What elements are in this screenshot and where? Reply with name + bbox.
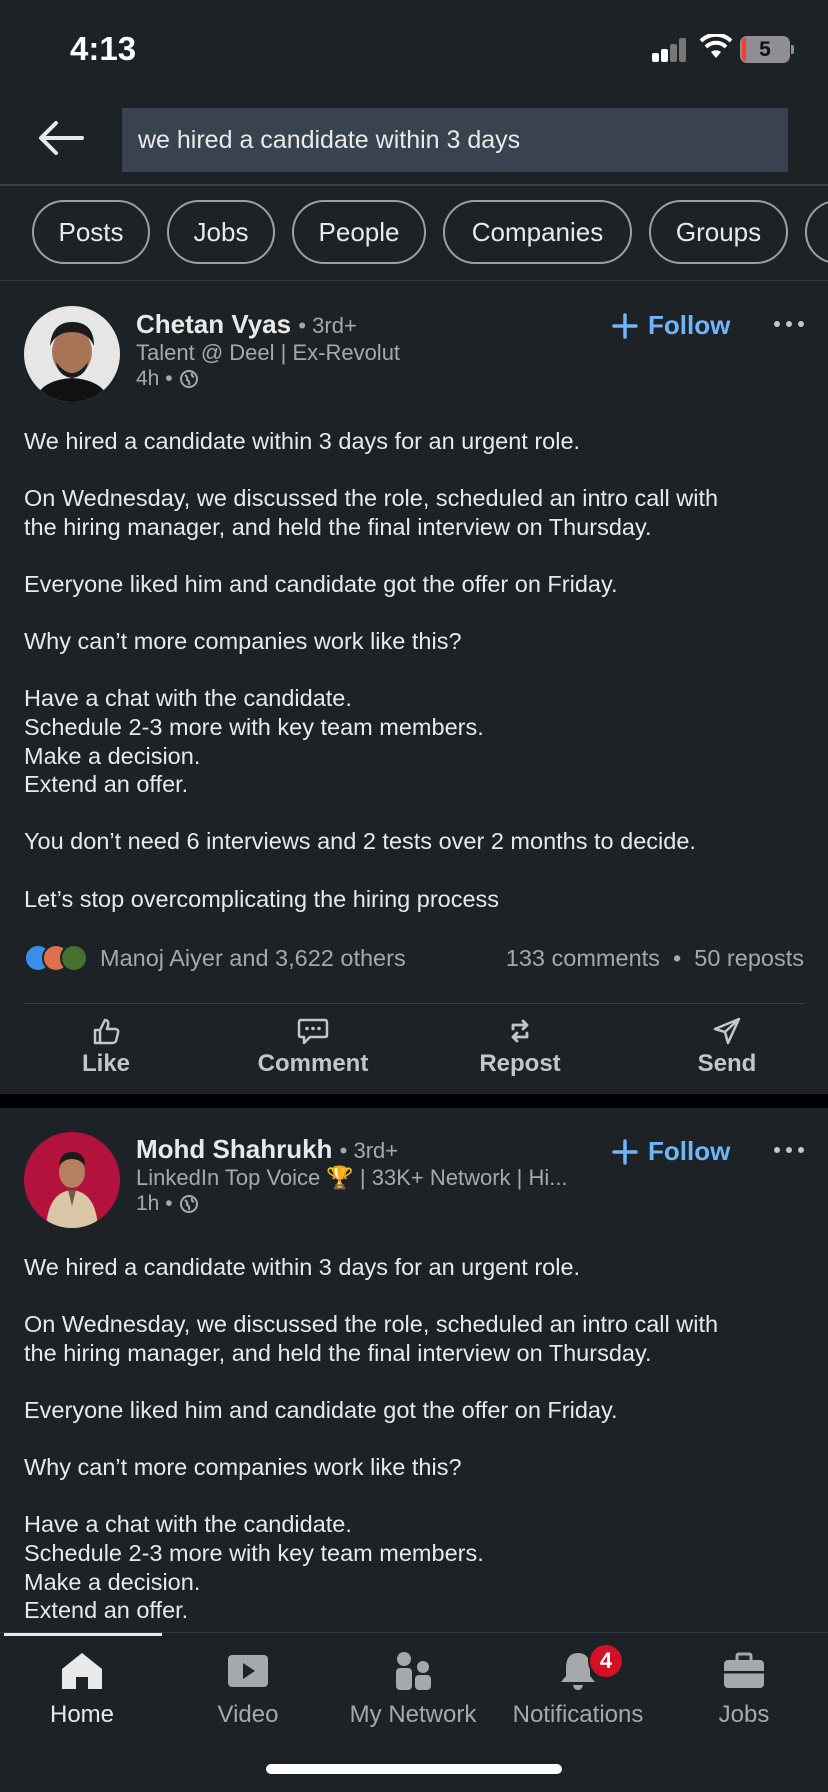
status-bar: 4:13 5 xyxy=(0,0,828,96)
author-name[interactable]: Mohd Shahrukh • 3rd+ xyxy=(136,1134,398,1165)
my-network-icon xyxy=(396,1652,431,1690)
search-input[interactable]: we hired a candidate within 3 days xyxy=(122,108,788,172)
battery-icon: 5 xyxy=(740,36,790,63)
post-meta: 1h • xyxy=(136,1192,199,1216)
follow-label: Follow xyxy=(648,310,731,340)
nav-notifications[interactable]: 4 Notifications xyxy=(498,1643,658,1729)
more-options-icon[interactable] xyxy=(772,1140,806,1160)
post-paragraph: We hired a candidate within 3 days for a… xyxy=(24,428,581,454)
filter-chip-more[interactable] xyxy=(805,200,828,264)
filter-chip-groups[interactable]: Groups xyxy=(649,200,788,264)
post-body: We hired a candidate within 3 days for a… xyxy=(24,1253,814,1653)
cellular-signal-icon xyxy=(652,38,688,62)
post-paragraph: Have a chat with the candidate. Schedule… xyxy=(24,685,484,798)
comment-label: Comment xyxy=(257,1050,369,1077)
social-counts: Manoj Aiyer and 3,622 others 133 comment… xyxy=(24,941,804,977)
globe-icon xyxy=(179,1195,198,1213)
video-icon xyxy=(228,1655,268,1687)
connection-degree: • 3rd+ xyxy=(339,1138,399,1163)
post-body: We hired a candidate within 3 days for a… xyxy=(24,427,814,942)
comment-icon xyxy=(297,1018,329,1045)
avatar-photo xyxy=(24,1132,120,1228)
status-time: 4:13 xyxy=(70,30,137,67)
nav-my-network[interactable]: My Network xyxy=(333,1643,493,1729)
follow-label: Follow xyxy=(648,1136,731,1166)
post-paragraph: Have a chat with the candidate. Schedule… xyxy=(24,1511,484,1624)
post-paragraph: You don’t need 6 interviews and 2 tests … xyxy=(24,828,696,855)
author-headline: LinkedIn Top Voice 🏆 | 33K+ Network | Hi… xyxy=(136,1165,568,1190)
comment-button[interactable]: Comment xyxy=(238,1016,388,1078)
nav-video-label: Video xyxy=(217,1701,279,1728)
post-separator xyxy=(0,1094,828,1108)
briefcase-icon xyxy=(724,1652,764,1688)
post-paragraph: Everyone liked him and candidate got the… xyxy=(24,570,618,597)
nav-my-network-label: My Network xyxy=(349,1701,477,1728)
filter-chip-companies[interactable]: Companies xyxy=(443,200,632,264)
connection-degree: • 3rd+ xyxy=(298,313,357,338)
post-paragraph: Why can’t more companies work like this? xyxy=(24,1454,462,1481)
social-divider xyxy=(24,1003,804,1004)
filter-chip-posts[interactable]: Posts xyxy=(32,200,150,264)
wifi-icon xyxy=(699,34,733,58)
author-name[interactable]: Chetan Vyas • 3rd+ xyxy=(136,309,357,340)
notification-badge: 4 xyxy=(588,1643,624,1679)
nav-notifications-label: Notifications xyxy=(512,1701,644,1728)
nav-video[interactable]: Video xyxy=(168,1643,328,1729)
filter-chip-jobs[interactable]: Jobs xyxy=(167,200,275,264)
more-options-icon[interactable] xyxy=(772,314,806,334)
post-paragraph: We hired a candidate within 3 days for a… xyxy=(24,1254,581,1280)
globe-icon xyxy=(179,370,198,388)
comments-reposts-count[interactable]: 133 comments • 50 reposts xyxy=(506,945,804,972)
back-arrow-icon[interactable] xyxy=(36,118,88,158)
plus-icon xyxy=(612,312,638,339)
post-paragraph: Why can’t more companies work like this? xyxy=(24,628,462,655)
home-icon xyxy=(62,1653,102,1689)
author-name-text: Mohd Shahrukh xyxy=(136,1134,333,1164)
nav-home-label: Home xyxy=(49,1701,115,1728)
post-paragraph: Everyone liked him and candidate got the… xyxy=(24,1396,618,1423)
search-filter-bar: Posts Jobs People Companies Groups xyxy=(0,200,828,264)
battery-cap xyxy=(791,45,794,54)
repost-label: Repost xyxy=(479,1050,561,1077)
author-headline: Talent @ Deel | Ex-Revolut xyxy=(136,340,401,365)
author-avatar[interactable] xyxy=(24,306,120,402)
nav-jobs-label: Jobs xyxy=(718,1701,770,1728)
post-actions: Like Comment Repost Send xyxy=(0,1016,828,1106)
repost-icon xyxy=(511,1019,529,1043)
like-button[interactable]: Like xyxy=(31,1016,181,1078)
nav-jobs[interactable]: Jobs xyxy=(664,1643,824,1729)
post-paragraph: On Wednesday, we discussed the role, sch… xyxy=(24,485,719,540)
battery-level: 5 xyxy=(759,38,771,61)
home-indicator xyxy=(266,1764,562,1774)
plus-icon xyxy=(612,1138,638,1165)
header-divider xyxy=(0,184,828,186)
send-icon xyxy=(713,1017,741,1045)
chips-divider xyxy=(0,280,828,281)
author-avatar[interactable] xyxy=(24,1132,120,1228)
send-label: Send xyxy=(697,1050,757,1077)
reactions-text[interactable]: Manoj Aiyer and 3,622 others xyxy=(100,945,406,972)
post-paragraph: On Wednesday, we discussed the role, sch… xyxy=(24,1311,719,1366)
nav-home[interactable]: Home xyxy=(2,1643,162,1729)
send-button[interactable]: Send xyxy=(652,1016,802,1078)
support-reaction-icon xyxy=(60,944,88,972)
filter-chip-people[interactable]: People xyxy=(292,200,426,264)
follow-button[interactable]: Follow xyxy=(612,310,730,341)
avatar-photo xyxy=(24,306,120,402)
post-time: 4h • xyxy=(136,367,173,390)
search-query: we hired a candidate within 3 days xyxy=(138,126,521,154)
post-paragraph: Let’s stop overcomplicating the hiring p… xyxy=(24,885,500,912)
author-name-text: Chetan Vyas xyxy=(136,309,292,339)
post-time: 1h • xyxy=(136,1192,173,1215)
repost-button[interactable]: Repost xyxy=(445,1016,595,1078)
post-meta: 4h • xyxy=(136,367,199,391)
reactions-icon[interactable] xyxy=(24,944,90,974)
like-label: Like xyxy=(81,1050,131,1077)
thumbs-up-icon xyxy=(93,1018,120,1045)
active-tab-indicator xyxy=(4,1633,162,1636)
follow-button[interactable]: Follow xyxy=(612,1136,730,1167)
